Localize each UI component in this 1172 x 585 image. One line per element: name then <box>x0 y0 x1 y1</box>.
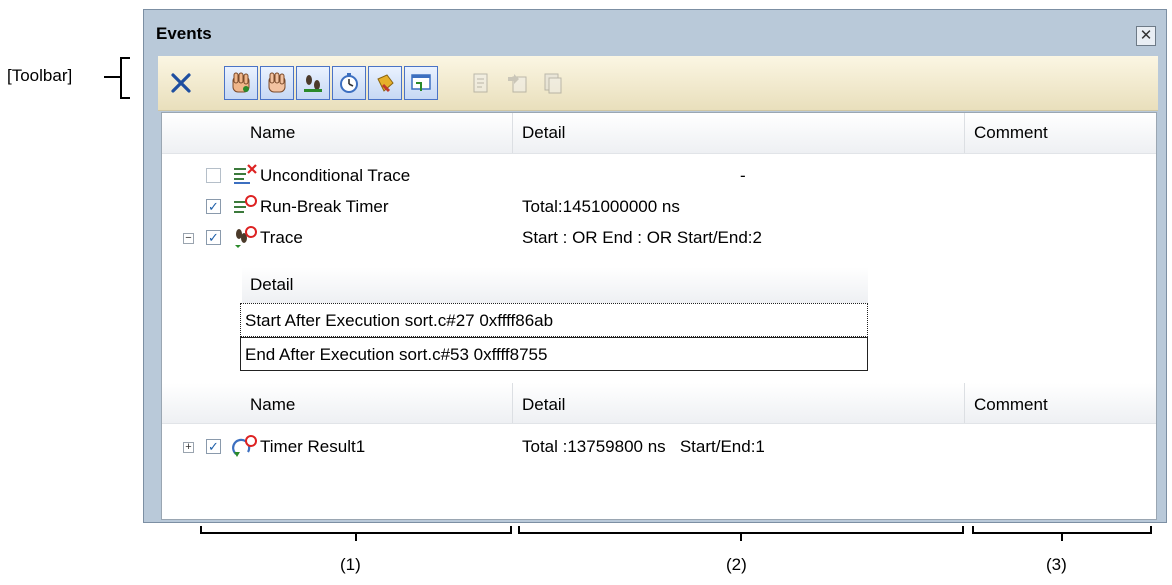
export-icon <box>473 73 488 93</box>
subtable-row[interactable]: End After Execution sort.c#53 0xffff8755 <box>240 337 868 371</box>
hardware-break-toggle[interactable] <box>224 66 258 100</box>
window-title: Events <box>156 24 212 43</box>
trace-icon <box>304 75 322 92</box>
row-name: Trace <box>260 228 303 247</box>
header-name[interactable]: Name <box>250 123 295 143</box>
column-3-bracket <box>972 526 1152 534</box>
copy-icon <box>544 73 562 94</box>
row-name: Run-Break Timer <box>260 197 389 216</box>
import-icon <box>508 74 527 93</box>
checkbox-timer-result1[interactable]: ✓ <box>206 439 221 454</box>
header-detail[interactable]: Detail <box>522 395 565 415</box>
event-list: Name Detail Comment Unconditional Trace … <box>161 112 1157 520</box>
subtable-header-detail[interactable]: Detail <box>250 275 293 295</box>
unconditional-trace-icon <box>234 164 257 184</box>
column-2-label: (2) <box>726 555 747 574</box>
subtable-cell: End After Execution sort.c#53 0xffff8755 <box>245 345 548 364</box>
toolbar <box>158 56 1158 111</box>
close-icon: ✕ <box>1139 27 1153 44</box>
trace-event-icon <box>235 226 257 248</box>
checkbox-unconditional-trace[interactable] <box>206 168 221 183</box>
import-button[interactable] <box>500 66 534 100</box>
timer-toggle[interactable] <box>332 66 366 100</box>
other-event-icon <box>411 74 431 91</box>
column-1-bracket <box>200 526 512 534</box>
list-header: Name Detail Comment <box>162 383 1156 424</box>
software-break-toggle[interactable] <box>260 66 294 100</box>
row-name: Unconditional Trace <box>260 166 411 185</box>
close-button[interactable]: ✕ <box>1136 26 1156 46</box>
checkbox-run-break-timer[interactable]: ✓ <box>206 199 221 214</box>
header-comment[interactable]: Comment <box>974 123 1048 143</box>
expand-toggle[interactable]: + <box>183 442 194 453</box>
delete-button[interactable] <box>164 66 198 100</box>
delete-icon <box>171 73 191 93</box>
other-event-toggle[interactable] <box>404 66 438 100</box>
row-detail: - <box>740 166 746 185</box>
events-window: Events ✕ Name Detail Comment Uncondition… <box>143 9 1167 523</box>
subtable-cell: Start After Execution sort.c#27 0xffff86… <box>245 311 554 330</box>
action-event-toggle[interactable] <box>368 66 402 100</box>
run-break-timer-icon <box>234 195 257 213</box>
timer-result-icon <box>232 435 257 457</box>
timer-icon <box>340 73 358 93</box>
column-3-label: (3) <box>1046 555 1067 574</box>
export-button[interactable] <box>464 66 498 100</box>
collapse-toggle[interactable]: − <box>183 233 194 244</box>
header-name[interactable]: Name <box>250 395 295 415</box>
toolbar-annotation-line <box>104 76 120 78</box>
software-break-icon <box>268 72 286 93</box>
hardware-break-icon <box>232 72 250 93</box>
action-event-icon <box>377 74 394 93</box>
row-detail: Total:1451000000 ns <box>522 197 680 216</box>
column-1-label: (1) <box>340 555 361 574</box>
row-detail: Total :13759800 ns Start/End:1 <box>522 437 765 456</box>
row-name: Timer Result1 <box>260 437 366 456</box>
column-2-bracket <box>518 526 964 534</box>
copy-button[interactable] <box>536 66 570 100</box>
header-detail[interactable]: Detail <box>522 123 565 143</box>
toolbar-annotation-bracket <box>120 57 130 99</box>
list-header: Name Detail Comment <box>162 113 1156 154</box>
row-detail: Start : OR End : OR Start/End:2 <box>522 228 762 247</box>
subtable-row[interactable]: Start After Execution sort.c#27 0xffff86… <box>240 303 868 337</box>
toolbar-annotation-label: [Toolbar] <box>7 66 73 85</box>
trace-toggle[interactable] <box>296 66 330 100</box>
checkbox-trace[interactable]: ✓ <box>206 230 221 245</box>
subtable-header: Detail <box>242 267 868 304</box>
header-comment[interactable]: Comment <box>974 395 1048 415</box>
